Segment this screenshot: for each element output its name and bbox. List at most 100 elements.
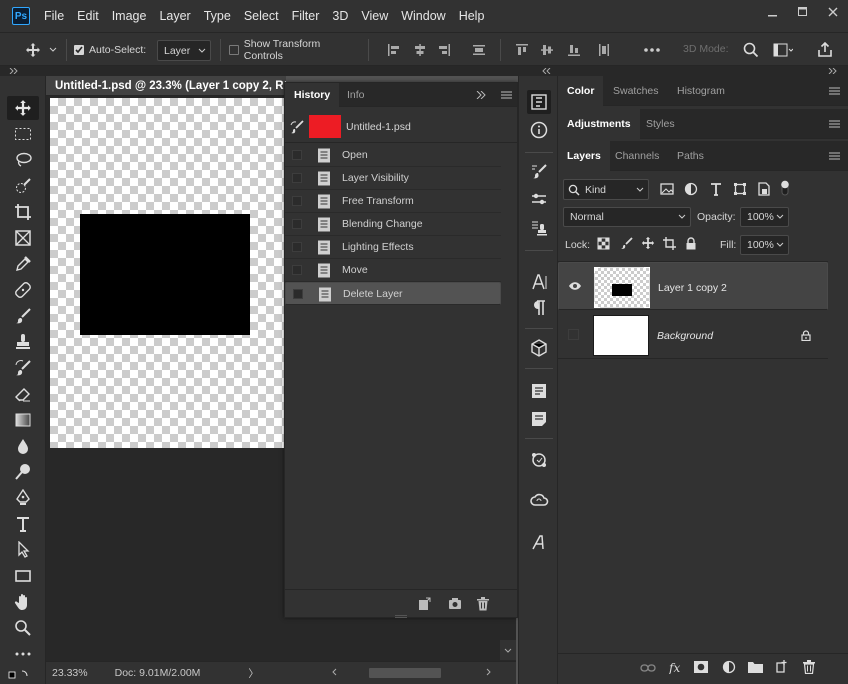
3d-panel-button[interactable] xyxy=(527,336,551,360)
history-brush-source-icon[interactable] xyxy=(290,120,304,134)
history-state-row[interactable]: Lighting Effects xyxy=(285,236,501,259)
tab-adjustments[interactable]: Adjustments xyxy=(558,109,640,139)
tab-history[interactable]: History xyxy=(285,83,340,107)
clone-source-button[interactable] xyxy=(527,216,551,240)
move-tool[interactable] xyxy=(7,96,39,120)
character-panel-button[interactable] xyxy=(527,270,551,294)
tab-swatches[interactable]: Swatches xyxy=(604,76,668,106)
new-adjustment-layer-button[interactable] xyxy=(722,660,736,674)
history-state-row[interactable]: Free Transform xyxy=(285,190,501,213)
delete-state-button[interactable] xyxy=(477,597,489,611)
hand-tool[interactable] xyxy=(7,590,39,614)
panel-menu-icon[interactable] xyxy=(829,152,840,160)
brushes-button[interactable] xyxy=(527,188,551,212)
properties-panel-button[interactable] xyxy=(527,379,551,403)
filter-adjustment-button[interactable] xyxy=(684,182,698,196)
history-brush-source-checkbox[interactable] xyxy=(292,242,302,252)
menu-layer[interactable]: Layer xyxy=(159,9,190,23)
new-document-from-state-button[interactable] xyxy=(417,597,431,611)
layer-visibility-toggle[interactable] xyxy=(568,329,579,340)
menu-help[interactable]: Help xyxy=(459,9,485,23)
align-right-button[interactable] xyxy=(435,33,453,67)
history-brush-source-checkbox[interactable] xyxy=(293,288,303,299)
filter-toggle-switch[interactable] xyxy=(780,179,790,197)
filter-type-button[interactable] xyxy=(709,182,723,196)
history-state-row[interactable]: Delete Layer xyxy=(285,282,501,305)
menu-3d[interactable]: 3D xyxy=(332,9,348,23)
history-panel-button[interactable] xyxy=(527,90,551,114)
double-chevron-right-icon[interactable] xyxy=(9,68,19,74)
align-left-button[interactable] xyxy=(385,33,403,67)
notes-panel-button[interactable] xyxy=(527,407,551,431)
layers-scrollbar[interactable] xyxy=(828,261,848,661)
layer-name[interactable]: Background xyxy=(657,330,713,342)
menu-edit[interactable]: Edit xyxy=(77,9,99,23)
document-tab[interactable]: Untitled-1.psd @ 23.3% (Layer 1 copy 2, … xyxy=(46,76,286,96)
vertical-scroll-down[interactable] xyxy=(500,640,516,660)
panel-menu-icon[interactable] xyxy=(501,91,512,99)
menu-window[interactable]: Window xyxy=(401,9,445,23)
history-brush-source-checkbox[interactable] xyxy=(292,196,302,206)
menu-view[interactable]: View xyxy=(361,9,388,23)
close-button[interactable] xyxy=(818,0,848,24)
crop-tool[interactable] xyxy=(7,200,39,224)
eyedropper-tool[interactable] xyxy=(7,252,39,276)
zoom-level[interactable]: 23.33% xyxy=(52,667,88,679)
menu-filter[interactable]: Filter xyxy=(292,9,320,23)
lock-pixels-button[interactable] xyxy=(620,237,633,250)
info-panel-button[interactable] xyxy=(527,118,551,142)
edit-toolbar-button[interactable] xyxy=(7,642,39,666)
menu-select[interactable]: Select xyxy=(244,9,279,23)
blend-mode-dropdown[interactable]: Normal xyxy=(563,207,691,227)
lock-transparent-button[interactable] xyxy=(597,237,610,250)
layer-row-background[interactable]: Background xyxy=(558,311,828,359)
history-brush-source-checkbox[interactable] xyxy=(292,150,302,160)
panel-menu-icon[interactable] xyxy=(829,120,840,128)
history-state-row[interactable]: Blending Change xyxy=(285,213,501,236)
share-button[interactable] xyxy=(815,33,835,67)
glyphs-panel-button[interactable] xyxy=(527,530,551,554)
tab-layers[interactable]: Layers xyxy=(558,141,610,171)
double-chevron-left-icon[interactable] xyxy=(542,68,552,74)
search-button[interactable] xyxy=(741,33,761,67)
filter-shape-button[interactable] xyxy=(733,182,747,196)
history-state-row[interactable]: Move xyxy=(285,259,501,282)
horizontal-scrollbar-thumb[interactable] xyxy=(369,668,441,678)
panel-menu-icon[interactable] xyxy=(829,87,840,95)
history-scrollbar[interactable] xyxy=(501,145,517,585)
auto-select-checkbox[interactable]: Auto-Select: xyxy=(74,33,150,67)
zoom-tool[interactable] xyxy=(7,616,39,640)
new-layer-button[interactable] xyxy=(775,660,789,674)
history-brush-source-checkbox[interactable] xyxy=(292,219,302,229)
menu-image[interactable]: Image xyxy=(112,9,147,23)
color-swatches[interactable] xyxy=(8,668,38,682)
pen-tool[interactable] xyxy=(7,486,39,510)
rectangle-tool[interactable] xyxy=(7,564,39,588)
tab-paths[interactable]: Paths xyxy=(668,141,713,171)
history-brush-source-checkbox[interactable] xyxy=(292,265,302,275)
layer-name[interactable]: Layer 1 copy 2 xyxy=(658,282,727,294)
double-chevron-right-icon[interactable] xyxy=(828,68,838,74)
history-state-row[interactable]: Layer Visibility xyxy=(285,167,501,190)
layer-black-rectangle[interactable] xyxy=(80,214,250,335)
scroll-right-button[interactable] xyxy=(486,665,496,680)
filter-pixel-button[interactable] xyxy=(660,182,674,196)
show-transform-controls-checkbox[interactable]: Show Transform Controls xyxy=(229,33,359,67)
tab-histogram[interactable]: Histogram xyxy=(668,76,734,106)
opacity-input[interactable]: 100% xyxy=(740,207,789,227)
more-options-button[interactable] xyxy=(640,33,664,67)
brush-tool[interactable] xyxy=(7,304,39,328)
tab-styles[interactable]: Styles xyxy=(637,109,684,139)
menu-type[interactable]: Type xyxy=(204,9,231,23)
eraser-tool[interactable] xyxy=(7,382,39,406)
lock-all-button[interactable] xyxy=(685,237,697,250)
lock-artboard-button[interactable] xyxy=(663,237,676,250)
history-snapshot[interactable]: Untitled-1.psd xyxy=(285,109,517,143)
align-vcenter-button[interactable] xyxy=(538,33,556,67)
learn-panel-button[interactable] xyxy=(527,448,551,472)
path-selection-tool[interactable] xyxy=(7,538,39,562)
marquee-tool[interactable] xyxy=(7,122,39,146)
auto-select-target-dropdown[interactable]: Layer xyxy=(157,40,211,61)
distribute-vertical-button[interactable] xyxy=(595,33,613,67)
new-snapshot-button[interactable] xyxy=(448,597,462,610)
